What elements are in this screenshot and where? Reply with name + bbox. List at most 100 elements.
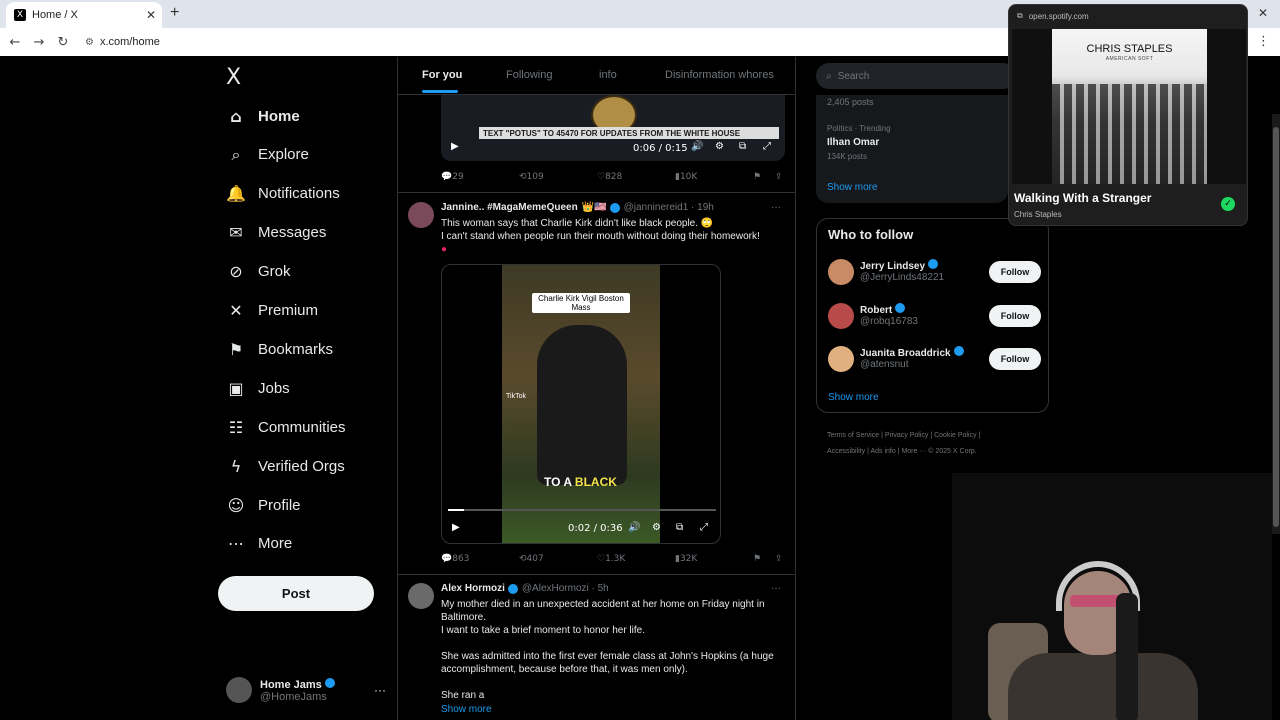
pip-icon[interactable]: ⧉ xyxy=(739,141,746,152)
saved-check-icon[interactable]: ✓ xyxy=(1221,197,1235,211)
search-input[interactable]: ⌕ Search xyxy=(816,63,1016,89)
nav-item-communities[interactable]: ☷ Communities xyxy=(226,412,346,442)
new-tab-icon[interactable]: + xyxy=(170,4,179,22)
play-icon[interactable]: ▶ xyxy=(451,141,459,152)
reload-icon[interactable]: ↻ xyxy=(51,35,75,50)
follow-button[interactable]: Follow xyxy=(989,261,1041,283)
show-more-link[interactable]: Show more xyxy=(441,704,492,715)
avatar[interactable] xyxy=(408,202,434,228)
avatar[interactable] xyxy=(828,259,854,285)
scrollbar-thumb[interactable] xyxy=(1273,127,1279,527)
x-logo-icon[interactable]: X xyxy=(226,65,241,90)
nav-item-verified-orgs[interactable]: ϟ Verified Orgs xyxy=(226,451,345,481)
follow-suggestion[interactable]: Jerry Lindsey @JerryLinds48221 Follow xyxy=(828,257,1041,287)
share-icon[interactable]: ⇪ xyxy=(775,172,783,182)
suggestion-name[interactable]: Jerry Lindsey xyxy=(860,259,939,272)
address-bar[interactable]: ⚙ x.com/home xyxy=(85,36,160,48)
forward-icon[interactable]: → xyxy=(27,35,51,50)
more-icon[interactable]: ··· xyxy=(771,583,781,594)
nav-item-messages[interactable]: ✉ Messages xyxy=(226,218,326,248)
avatar[interactable] xyxy=(828,302,854,329)
streamer-body xyxy=(1008,653,1198,720)
bookmark-icon[interactable]: ⚑ xyxy=(753,554,761,564)
share-icon[interactable]: ⇪ xyxy=(775,554,783,564)
settings-icon[interactable]: ⚙ xyxy=(715,141,724,152)
follow-button[interactable]: Follow xyxy=(989,348,1041,370)
volume-icon[interactable]: 🔊 xyxy=(628,522,640,533)
volume-icon[interactable]: 🔊 xyxy=(691,141,703,152)
site-info-icon[interactable]: ⚙ xyxy=(85,37,94,48)
nav-item-label: Communities xyxy=(258,418,346,436)
reply-button[interactable]: 💬 29 xyxy=(441,172,464,182)
views-button[interactable]: ▮ 10K xyxy=(675,172,697,182)
nav-item-notifications[interactable]: 🔔 Notifications xyxy=(226,179,340,209)
track-title[interactable]: Walking With a Stranger xyxy=(1014,191,1151,205)
reply-button[interactable]: 💬 863 xyxy=(441,554,469,564)
suggestion-name-text: Robert xyxy=(860,304,893,316)
video-player[interactable]: Charlie Kirk Vigil Boston Mass TikTok TO… xyxy=(441,264,721,544)
suggestion-name[interactable]: Juanita Broaddrick xyxy=(860,346,964,359)
author-handle[interactable]: @AlexHormozi · 5h xyxy=(522,583,609,594)
verified-badge-icon xyxy=(928,259,939,269)
bookmark-icon[interactable]: ⚑ xyxy=(753,172,761,182)
like-button[interactable]: ♡ 1.3K xyxy=(597,554,625,564)
suggestion-name[interactable]: Robert xyxy=(860,302,906,316)
album-cover: CHRIS STAPLES AMERICAN SOFT xyxy=(1052,29,1207,184)
pip-icon[interactable]: ⧉ xyxy=(676,522,683,533)
microphone-shape xyxy=(1116,593,1138,720)
nav-item-home[interactable]: ⌂ Home xyxy=(226,101,299,131)
footer-line[interactable]: Terms of Service | Privacy Policy | Cook… xyxy=(827,428,1037,444)
tab-for-you[interactable]: For you xyxy=(422,69,462,81)
back-icon[interactable]: ← xyxy=(3,35,27,50)
video-progress-bar[interactable] xyxy=(448,509,716,511)
show-more-link[interactable]: Show more xyxy=(828,392,879,403)
footer-line[interactable]: Accessibility | Ads info | More ··· © 20… xyxy=(827,444,1037,460)
tab-following[interactable]: Following xyxy=(506,69,552,81)
nav-item-grok[interactable]: ⊘ Grok xyxy=(226,257,290,287)
window-icon: ⧉ xyxy=(1017,11,1023,20)
author-flags: 👑🇺🇸 xyxy=(581,202,607,213)
nav-item-premium[interactable]: ✕ Premium xyxy=(226,296,318,326)
nav-item-jobs[interactable]: ▣ Jobs xyxy=(226,373,289,403)
fullscreen-icon[interactable]: ⤢ xyxy=(700,522,708,533)
album-art: CHRIS STAPLES AMERICAN SOFT xyxy=(1012,29,1246,184)
nav-item-explore[interactable]: ⌕ Explore xyxy=(226,140,309,170)
author-name[interactable]: Jannine.. #MagaMemeQueen xyxy=(441,202,578,213)
tab-info[interactable]: info xyxy=(599,69,617,81)
verified-badge-icon xyxy=(609,202,620,213)
video-player[interactable]: TEXT "POTUS" TO 45470 FOR UPDATES FROM T… xyxy=(441,95,785,161)
follow-suggestion[interactable]: Juanita Broaddrick @atensnut Follow xyxy=(828,344,1041,374)
track-artist[interactable]: Chris Staples xyxy=(1014,210,1062,219)
play-icon[interactable]: ▶ xyxy=(452,522,460,533)
avatar[interactable] xyxy=(408,583,434,609)
repost-count: 109 xyxy=(526,172,544,182)
show-more-link[interactable]: Show more xyxy=(827,182,878,193)
like-button[interactable]: ♡ 828 xyxy=(597,172,622,182)
close-tab-icon[interactable]: ✕ xyxy=(146,8,156,22)
tab-disinformation-whores[interactable]: Disinformation whores xyxy=(665,69,774,81)
account-switcher[interactable]: Home Jams @HomeJams ··· xyxy=(226,675,386,705)
browser-tab[interactable]: X Home / X ✕ xyxy=(6,2,162,28)
trend-name[interactable]: Ilhan Omar xyxy=(827,137,879,148)
author-handle[interactable]: @janninereid1 · 19h xyxy=(624,202,714,213)
avatar[interactable] xyxy=(828,346,854,372)
nav-item-more[interactable]: ⋯ More xyxy=(226,529,292,559)
nav-item-bookmarks[interactable]: ⚑ Bookmarks xyxy=(226,334,333,364)
follow-suggestion[interactable]: Robert @robq16783 Follow xyxy=(828,301,1041,331)
repost-button[interactable]: ⟲ 109 xyxy=(519,172,544,182)
close-window-icon[interactable]: ✕ xyxy=(1258,6,1268,20)
nav-item-profile[interactable]: ☺ Profile xyxy=(226,490,301,520)
author-name[interactable]: Alex Hormozi xyxy=(441,583,505,594)
fullscreen-icon[interactable]: ⤢ xyxy=(763,141,771,152)
spotify-mini-player[interactable]: ⧉ open.spotify.com CHRIS STAPLES AMERICAN… xyxy=(1008,4,1248,226)
suggestion-handle: @atensnut xyxy=(860,359,909,370)
like-count: 828 xyxy=(605,172,623,182)
browser-menu-icon[interactable]: ⋮ xyxy=(1257,34,1270,49)
follow-button[interactable]: Follow xyxy=(989,304,1041,327)
more-icon[interactable]: ··· xyxy=(771,202,781,213)
more-icon[interactable]: ··· xyxy=(374,683,386,697)
views-button[interactable]: ▮ 32K xyxy=(675,554,697,564)
post-button[interactable]: Post xyxy=(218,576,374,611)
settings-icon[interactable]: ⚙ xyxy=(652,522,661,533)
repost-button[interactable]: ⟲ 407 xyxy=(519,554,544,564)
